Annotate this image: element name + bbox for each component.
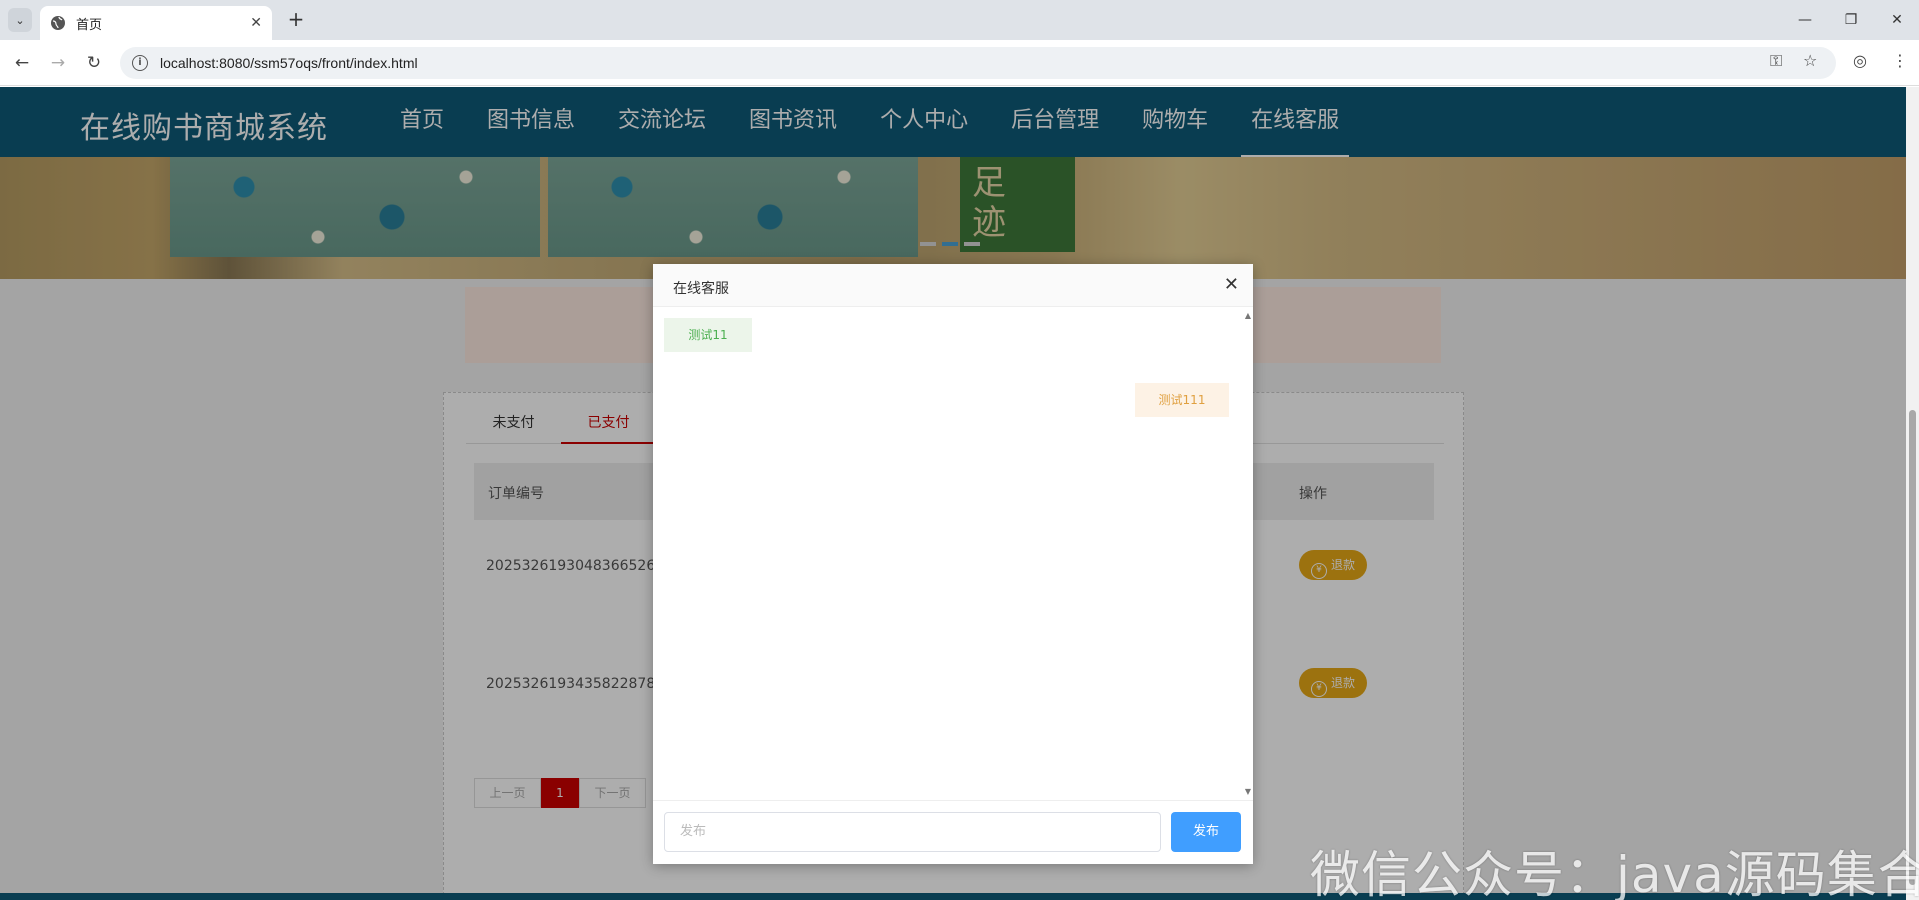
- dialog-header: 在线客服 ✕: [653, 264, 1253, 307]
- new-tab-button[interactable]: +: [284, 8, 308, 32]
- close-icon[interactable]: ✕: [1224, 274, 1239, 295]
- password-key-icon[interactable]: ⚿: [1770, 51, 1782, 71]
- bookmark-star-icon[interactable]: ☆: [1803, 51, 1817, 70]
- dialog-title: 在线客服: [673, 281, 729, 297]
- chat-message-sent: 测试111: [1135, 383, 1229, 417]
- watermark-text: 微信公众号：java源码集合: [1310, 846, 1919, 900]
- profile-icon[interactable]: ◎: [1853, 51, 1867, 70]
- chat-messages[interactable]: ▲ 测试11 测试111 ▼: [653, 307, 1253, 800]
- url-text: localhost:8080/ssm57oqs/front/index.html: [160, 55, 418, 71]
- dialog-footer: 发布 发布: [653, 800, 1253, 864]
- browser-tab[interactable]: 首页 ✕: [40, 6, 272, 40]
- reload-icon[interactable]: ↻: [82, 51, 106, 75]
- scroll-up-icon[interactable]: ▲: [1245, 311, 1251, 320]
- browser-tabbar: ⌄ 首页 ✕ + — ❐ ✕: [0, 0, 1919, 40]
- minimize-icon[interactable]: —: [1790, 8, 1820, 32]
- back-icon[interactable]: ←: [10, 51, 34, 75]
- address-bar[interactable]: i localhost:8080/ssm57oqs/front/index.ht…: [120, 47, 1836, 79]
- tab-title: 首页: [76, 17, 103, 33]
- chat-message-received: 测试11: [664, 318, 752, 352]
- browser-toolbar: ← → ↻ i localhost:8080/ssm57oqs/front/in…: [0, 40, 1919, 86]
- forward-icon[interactable]: →: [46, 51, 70, 75]
- globe-icon: [51, 16, 65, 30]
- site-info-icon[interactable]: i: [132, 55, 148, 71]
- chat-dialog: 在线客服 ✕ ▲ 测试11 测试111 ▼ 发布 发布: [653, 264, 1253, 864]
- tab-list-chevron-icon[interactable]: ⌄: [8, 8, 32, 32]
- tab-close-icon[interactable]: ✕: [250, 15, 262, 31]
- scroll-down-icon[interactable]: ▼: [1245, 787, 1251, 796]
- message-input[interactable]: 发布: [664, 812, 1161, 852]
- scrollbar-thumb[interactable]: [1909, 410, 1916, 885]
- window-close-icon[interactable]: ✕: [1882, 8, 1912, 32]
- menu-kebab-icon[interactable]: ⋮: [1892, 51, 1908, 70]
- send-button[interactable]: 发布: [1171, 812, 1241, 852]
- restore-icon[interactable]: ❐: [1836, 8, 1866, 32]
- page-scrollbar[interactable]: [1906, 87, 1919, 900]
